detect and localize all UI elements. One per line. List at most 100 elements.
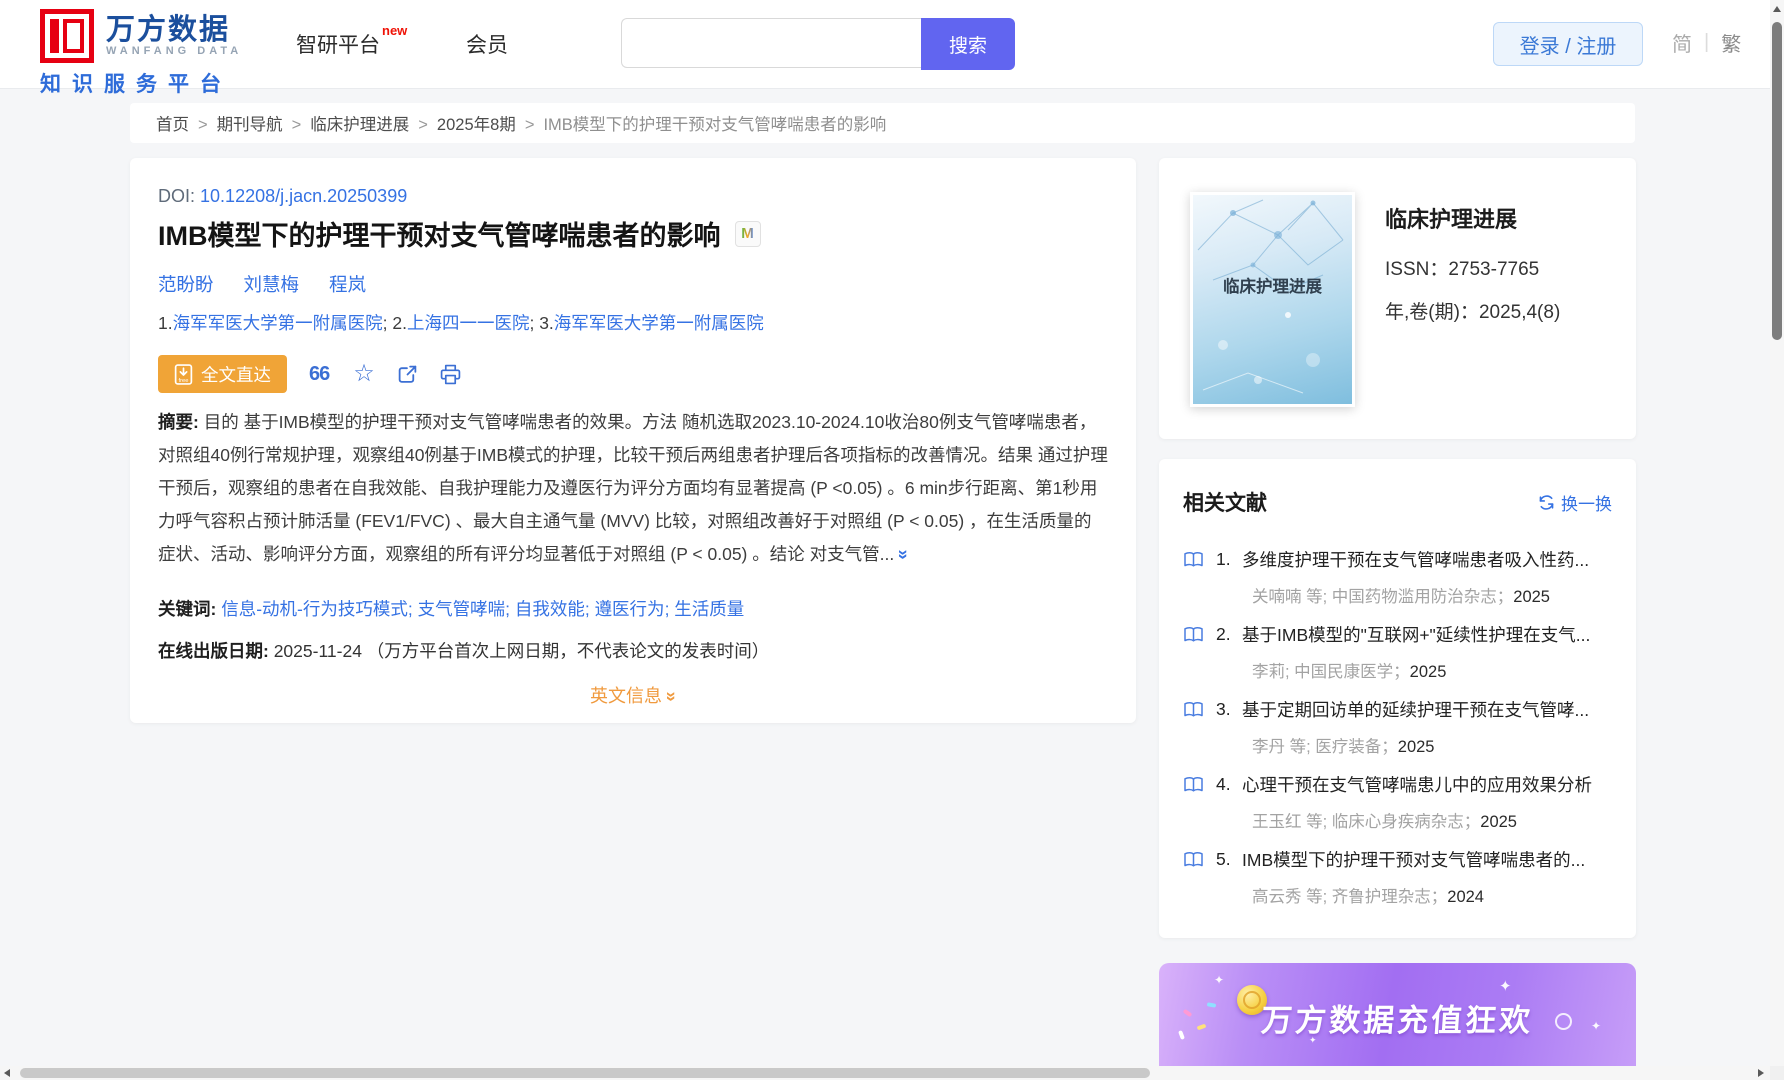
related-item-year: 2025 xyxy=(1513,588,1550,606)
related-item-meta: 关喃喃 等; 中国药物滥用防治杂志； xyxy=(1252,588,1514,606)
keyword-link[interactable]: 自我效能 xyxy=(515,599,585,619)
breadcrumb-separator: > xyxy=(291,116,302,134)
print-icon[interactable] xyxy=(440,364,461,385)
publish-date-note: （万方平台首次上网日期，不代表论文的发表时间） xyxy=(366,641,770,661)
nav-member[interactable]: 会员 xyxy=(466,29,508,59)
scrollbar-corner xyxy=(1770,1066,1784,1080)
journal-name[interactable]: 临床护理进展 xyxy=(1385,202,1517,234)
book-icon xyxy=(1183,551,1204,568)
journal-cover[interactable]: 临床护理进展 xyxy=(1190,192,1355,407)
fulltext-button[interactable]: free 全文直达 xyxy=(158,355,287,393)
related-item-meta: 王玉红 等; 临床心身疾病杂志； xyxy=(1252,813,1481,831)
horizontal-scrollbar[interactable] xyxy=(0,1066,1770,1080)
related-list: 1. 多维度护理干预在支气管哮喘患者吸入性药... 关喃喃 等; 中国药物滥用防… xyxy=(1159,547,1636,922)
scroll-left-arrow[interactable] xyxy=(4,1069,10,1077)
login-register-button[interactable]: 登录 / 注册 xyxy=(1493,22,1643,66)
lang-simplified[interactable]: 简 xyxy=(1672,28,1692,57)
publish-date-label: 在线出版日期: xyxy=(158,641,269,661)
breadcrumb-item[interactable]: IMB模型下的护理干预对支气管哮喘患者的影响 xyxy=(543,111,904,135)
header: 万方数据 WANFANG DATA 知识服务平台 智研平台new 会员 搜索 登… xyxy=(0,0,1784,96)
download-free-icon: free xyxy=(174,363,193,385)
share-icon[interactable] xyxy=(397,364,418,385)
vertical-scroll-thumb[interactable] xyxy=(1772,22,1782,340)
doi-link[interactable]: 10.12208/j.jacn.20250399 xyxy=(200,186,407,206)
new-badge: new xyxy=(382,23,408,38)
keywords-label: 关键词: xyxy=(158,599,217,619)
horizontal-scroll-thumb[interactable] xyxy=(20,1068,1150,1078)
related-item[interactable]: 3. 基于定期回访单的延续护理干预在支气管哮... 李丹 等; 医疗装备；202… xyxy=(1159,697,1636,772)
related-item-title: IMB模型下的护理干预对支气管哮喘患者的... xyxy=(1242,850,1586,870)
book-icon xyxy=(1183,776,1204,793)
svg-text:free: free xyxy=(179,377,189,383)
related-item-number: 2. xyxy=(1216,624,1231,644)
breadcrumb-item[interactable]: 期刊导航 > xyxy=(217,111,311,135)
abstract: 摘要: 目的 基于IMB模型的护理干预对支气管哮喘患者的效果。方法 随机选取20… xyxy=(158,406,1108,571)
nav-zhiyan-platform[interactable]: 智研平台new xyxy=(296,23,407,59)
expand-english-icon: » xyxy=(661,691,682,702)
related-item[interactable]: 5. IMB模型下的护理干预对支气管哮喘患者的... 高云秀 等; 齐鲁护理杂志… xyxy=(1159,847,1636,922)
breadcrumb-separator: > xyxy=(524,116,535,134)
related-item-year: 2025 xyxy=(1397,738,1435,756)
brand-tagline: 知识服务平台 xyxy=(40,73,232,96)
related-item-meta: 李丹 等; 医疗装备； xyxy=(1252,738,1398,756)
related-item-number: 4. xyxy=(1216,774,1231,794)
related-item-meta: 李莉; 中国民康医学； xyxy=(1252,663,1410,681)
author-link[interactable]: 范盼盼 xyxy=(158,274,214,295)
lang-divider: | xyxy=(1704,31,1710,53)
breadcrumb-separator: > xyxy=(418,116,428,134)
affiliation-link[interactable]: 海军军医大学第一附属医院 xyxy=(554,313,764,333)
related-item-meta: 高云秀 等; 齐鲁护理杂志； xyxy=(1252,888,1448,906)
related-item[interactable]: 4. 心理干预在支气管哮喘患儿中的应用效果分析 王玉红 等; 临床心身疾病杂志；… xyxy=(1159,772,1636,847)
search-button[interactable]: 搜索 xyxy=(921,18,1015,70)
keyword-separator: ; xyxy=(505,599,515,619)
affiliation-list: 1.海军军医大学第一附属医院; 2.上海四一一医院; 3.海军军医大学第一附属医… xyxy=(158,310,764,335)
breadcrumb-separator: > xyxy=(198,116,208,134)
quote-icon[interactable]: 66 xyxy=(309,363,330,386)
related-item[interactable]: 2. 基于IMB模型的"互联网+"延续性护理在支气... 李莉; 中国民康医学；… xyxy=(1159,622,1636,697)
keyword-link[interactable]: 支气管哮喘 xyxy=(418,599,506,619)
language-switcher: 简 | 繁 xyxy=(1672,28,1741,57)
keyword-separator: ; xyxy=(584,599,595,619)
related-item-year: 2025 xyxy=(1480,813,1517,831)
lang-traditional[interactable]: 繁 xyxy=(1721,28,1741,57)
brand-logo[interactable]: 万方数据 WANFANG DATA 知识服务平台 xyxy=(40,9,242,98)
author-link[interactable]: 程岚 xyxy=(329,274,366,295)
affiliation-link[interactable]: 上海四一一医院 xyxy=(407,313,530,333)
doi-line: DOI: 10.12208/j.jacn.20250399 xyxy=(158,186,407,207)
keyword-link[interactable]: 信息-动机-行为技巧模式 xyxy=(221,599,408,619)
related-item-title: 心理干预在支气管哮喘患儿中的应用效果分析 xyxy=(1242,775,1592,795)
breadcrumb-item[interactable]: 临床护理进展 > xyxy=(310,111,437,135)
related-item-number: 1. xyxy=(1216,549,1231,569)
expand-abstract-icon[interactable]: » xyxy=(887,549,920,559)
related-item-year: 2025 xyxy=(1409,663,1447,681)
vertical-scrollbar[interactable] xyxy=(1770,0,1784,1066)
scroll-right-arrow[interactable] xyxy=(1758,1069,1764,1077)
author-link[interactable]: 刘慧梅 xyxy=(244,274,300,295)
star-icon[interactable]: ☆ xyxy=(353,362,375,386)
breadcrumb-item[interactable]: 首页 > xyxy=(156,111,217,135)
affiliation-separator: ; xyxy=(382,313,393,333)
refresh-related-button[interactable]: 换一换 xyxy=(1538,490,1612,515)
scroll-up-arrow[interactable] xyxy=(1773,6,1781,12)
related-title: 相关文献 xyxy=(1183,492,1267,515)
book-icon xyxy=(1183,851,1204,868)
keyword-link[interactable]: 生活质量 xyxy=(674,599,744,619)
keywords-line: 关键词: 信息-动机-行为技巧模式; 支气管哮喘; 自我效能; 遵医行为; 生活… xyxy=(158,596,744,621)
search-input[interactable] xyxy=(621,18,921,68)
keyword-link[interactable]: 遵医行为 xyxy=(595,599,665,619)
related-item[interactable]: 1. 多维度护理干预在支气管哮喘患者吸入性药... 关喃喃 等; 中国药物滥用防… xyxy=(1159,547,1636,622)
affiliation-link[interactable]: 海军军医大学第一附属医院 xyxy=(173,313,383,333)
m-badge: M xyxy=(734,220,761,247)
search-bar: 搜索 xyxy=(621,18,1015,70)
affiliation-number: 3. xyxy=(539,313,554,333)
doi-label: DOI: xyxy=(158,186,196,206)
action-toolbar: free 全文直达 66 ☆ xyxy=(158,354,461,394)
affiliation-separator: ; xyxy=(529,313,540,333)
promo-banner[interactable]: ✦ ✦ ✦ ✦ 万方数据充值狂欢 xyxy=(1159,963,1636,1080)
english-info-toggle[interactable]: 英文信息» xyxy=(130,682,1136,708)
cover-network-pattern xyxy=(1197,199,1344,394)
related-item-number: 5. xyxy=(1216,849,1231,869)
related-item-number: 3. xyxy=(1216,699,1231,719)
breadcrumb-item[interactable]: 2025年8期 > xyxy=(437,111,544,135)
related-literature-card: 相关文献 换一换 1. 多维度护理干预在支气管哮喘患者吸入性药... 关喃喃 等… xyxy=(1159,459,1636,938)
